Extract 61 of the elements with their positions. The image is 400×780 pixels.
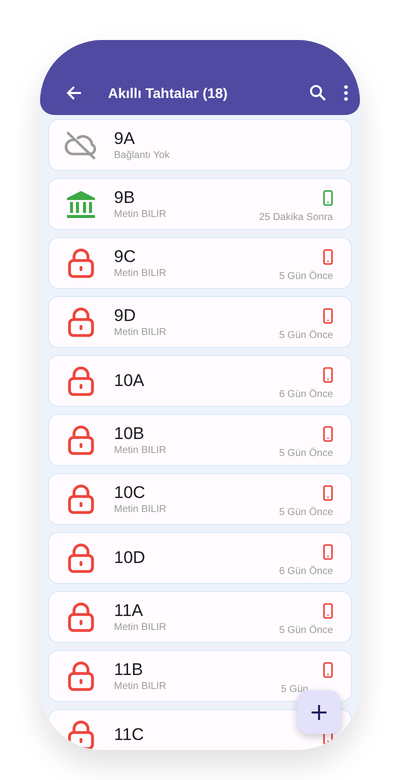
last-seen-time: 5 Gün Önce	[279, 624, 333, 636]
search-icon	[309, 84, 326, 101]
board-subtitle: Metin BILIR	[114, 444, 168, 456]
board-card[interactable]: 10A 6 Gün Önce	[48, 355, 352, 407]
last-seen-time: 5 Gün Önce	[279, 448, 333, 458]
lock-icon	[67, 425, 95, 455]
board-name: 11C	[114, 725, 145, 745]
lock-icon	[67, 720, 95, 750]
board-subtitle: Metin BILIR	[114, 266, 168, 280]
board-subtitle: Metin BILIR	[114, 620, 168, 634]
board-subtitle: Metin BILIR	[114, 680, 168, 692]
board-name: 10D	[114, 548, 146, 568]
board-name: 9B	[114, 188, 136, 208]
lock-icon	[67, 366, 95, 396]
board-subtitle: Metin BILIR	[114, 326, 168, 338]
screen-title: Akıllı Tahtalar (18)	[108, 84, 229, 100]
board-card[interactable]: 11A Metin BILIR 5 Gün Önce	[48, 591, 352, 643]
board-name: 9D	[114, 306, 137, 326]
phone-icon	[323, 426, 333, 442]
board-card[interactable]: 9D Metin BILIR 5 Gün Önce	[48, 296, 352, 348]
board-subtitle: Metin BILIR	[114, 208, 168, 220]
last-seen-time: 5 Gün Önce	[279, 506, 333, 518]
last-seen-time: 5 Gün Önce	[279, 330, 333, 340]
board-name: 9A	[114, 128, 136, 148]
board-name: 10A	[114, 371, 146, 391]
phone-icon	[323, 366, 333, 382]
lock-icon	[67, 248, 95, 278]
phone-icon	[323, 544, 333, 560]
board-subtitle: Metin BILIR	[114, 502, 168, 516]
more-icon	[344, 84, 348, 100]
board-card[interactable]: 10C Metin BILIR 5 Gün Önce	[48, 473, 352, 525]
cloud-off-icon	[64, 130, 98, 160]
last-seen-time: 6 Gün Önce	[279, 566, 333, 576]
board-name: 10C	[114, 482, 146, 502]
board-name: 11B	[114, 660, 144, 680]
bank-icon	[65, 189, 97, 219]
phone-icon	[323, 248, 333, 264]
lock-icon	[67, 484, 95, 514]
board-card[interactable]: 10D 6 Gün Önce	[48, 532, 352, 584]
lock-icon	[67, 661, 95, 691]
board-card[interactable]: 11B Metin BILIR 5 Gün	[48, 650, 352, 702]
board-subtitle: Bağlantı Yok	[114, 148, 171, 162]
board-card[interactable]: 9C Metin BILIR 5 Gün Önce	[48, 237, 352, 289]
board-card[interactable]: 10B Metin BILIR 5 Gün Önce	[48, 414, 352, 466]
last-seen-time: 5 Gün Önce	[279, 270, 333, 282]
phone-icon	[323, 484, 333, 500]
board-card[interactable]: 9A Bağlantı Yok	[48, 119, 352, 171]
last-seen-time: 6 Gün Önce	[279, 388, 333, 400]
board-name: 11A	[114, 600, 144, 620]
back-arrow-icon	[66, 84, 82, 100]
lock-icon	[67, 307, 95, 337]
board-name: 10B	[114, 424, 146, 444]
lock-icon	[67, 543, 95, 573]
lock-icon	[67, 602, 95, 632]
phone-icon	[323, 602, 333, 618]
phone-icon	[323, 308, 333, 324]
phone-icon	[323, 190, 333, 206]
board-card[interactable]: 9B Metin BILIR 25 Dakika Sonra	[48, 178, 352, 230]
last-seen-time: 25 Dakika Sonra	[259, 212, 333, 222]
board-name: 9C	[114, 246, 137, 266]
phone-icon	[323, 662, 333, 678]
